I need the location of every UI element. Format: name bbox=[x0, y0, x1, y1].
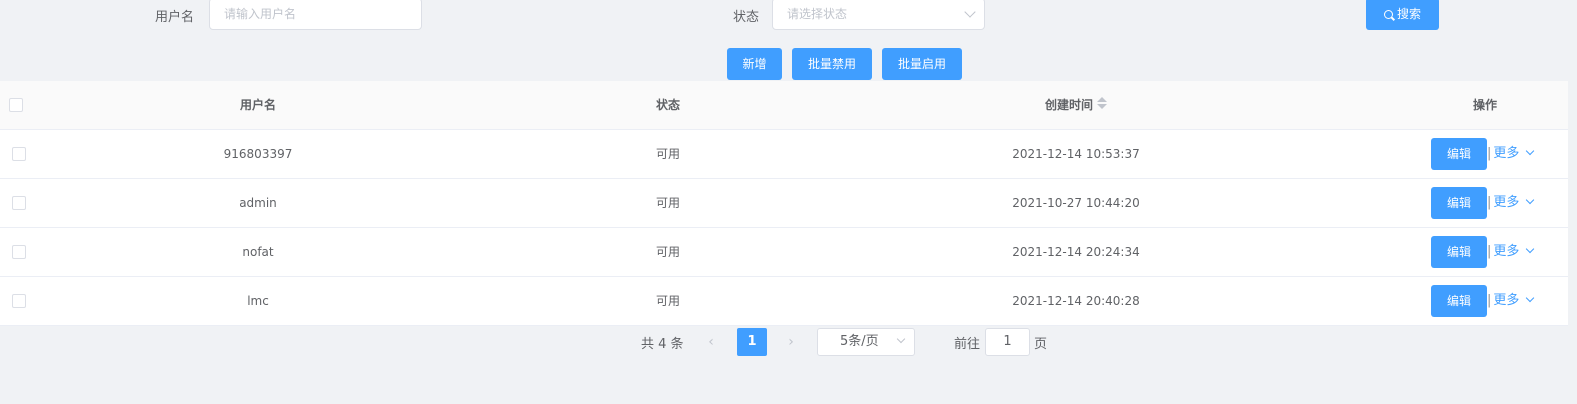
cell-username: 916803397 bbox=[223, 147, 293, 161]
cell-status: 可用 bbox=[655, 294, 680, 308]
separator: | bbox=[1487, 244, 1492, 259]
header-created-at[interactable]: 创建时间 bbox=[848, 81, 1304, 129]
cell-status: 可用 bbox=[655, 196, 680, 210]
table-row: nofat 可用 2021-12-14 20:24:34 编辑 | 更多 bbox=[0, 228, 1568, 277]
more-dropdown[interactable]: | 更多 bbox=[1487, 179, 1535, 227]
search-button[interactable]: 搜索 bbox=[1366, 0, 1439, 30]
edit-button[interactable]: 编辑 bbox=[1431, 285, 1487, 317]
page-number-current[interactable]: 1 bbox=[737, 328, 767, 356]
edit-button[interactable]: 编辑 bbox=[1431, 236, 1487, 268]
chevron-down-icon bbox=[1526, 195, 1535, 205]
username-input[interactable]: 请输入用户名 bbox=[209, 0, 422, 30]
select-all-checkbox[interactable] bbox=[9, 98, 23, 112]
header-username: 用户名 bbox=[239, 98, 276, 112]
next-page-button[interactable]: › bbox=[777, 328, 805, 356]
table-row: 916803397 可用 2021-12-14 10:53:37 编辑 | 更多 bbox=[0, 130, 1568, 179]
cell-status: 可用 bbox=[655, 245, 680, 259]
add-button[interactable]: 新增 bbox=[727, 48, 782, 80]
status-label: 状态 bbox=[733, 10, 760, 25]
batch-disable-button[interactable]: 批量禁用 bbox=[792, 48, 872, 80]
chevron-down-icon bbox=[1526, 293, 1535, 303]
goto-label: 前往 bbox=[954, 337, 981, 352]
cell-created-at: 2021-12-14 10:53:37 bbox=[1012, 147, 1140, 161]
cell-username: lmc bbox=[247, 294, 269, 308]
search-button-label: 搜索 bbox=[1396, 7, 1421, 21]
row-checkbox[interactable] bbox=[12, 147, 26, 161]
table-header: 用户名 状态 创建时间 操作 bbox=[0, 81, 1568, 130]
more-label: 更多 bbox=[1493, 293, 1520, 308]
more-label: 更多 bbox=[1493, 195, 1520, 210]
page-suffix-label: 页 bbox=[1034, 337, 1048, 352]
table-row: admin 可用 2021-10-27 10:44:20 编辑 | 更多 bbox=[0, 179, 1568, 228]
pagination: 共 4 条 ‹ 1 › 5条/页 前往 1 页 bbox=[0, 326, 1577, 360]
search-bar: 用户名 请输入用户名 状态 请选择状态 搜索 bbox=[0, 0, 1577, 40]
username-label: 用户名 bbox=[155, 10, 195, 25]
more-label: 更多 bbox=[1493, 146, 1520, 161]
row-checkbox[interactable] bbox=[12, 245, 26, 259]
chevron-down-icon bbox=[964, 6, 976, 18]
edit-button[interactable]: 编辑 bbox=[1431, 138, 1487, 170]
header-actions: 操作 bbox=[1472, 98, 1497, 112]
chevron-down-icon bbox=[1526, 244, 1535, 254]
more-dropdown[interactable]: | 更多 bbox=[1487, 228, 1535, 276]
status-select[interactable]: 请选择状态 bbox=[772, 0, 985, 30]
status-select-placeholder: 请选择状态 bbox=[787, 7, 848, 21]
cell-status: 可用 bbox=[655, 147, 680, 161]
cell-username: admin bbox=[239, 196, 277, 210]
row-checkbox[interactable] bbox=[12, 294, 26, 308]
separator: | bbox=[1487, 293, 1492, 308]
goto-page-input[interactable]: 1 bbox=[985, 328, 1030, 356]
edit-button[interactable]: 编辑 bbox=[1431, 187, 1487, 219]
cell-created-at: 2021-12-14 20:40:28 bbox=[1012, 294, 1140, 308]
search-icon bbox=[1383, 10, 1393, 19]
cell-username: nofat bbox=[242, 245, 274, 259]
prev-page-button[interactable]: ‹ bbox=[697, 328, 725, 356]
header-created-at-label: 创建时间 bbox=[1044, 98, 1093, 112]
more-label: 更多 bbox=[1493, 244, 1520, 259]
more-dropdown[interactable]: | 更多 bbox=[1487, 130, 1535, 178]
page-size-select[interactable]: 5条/页 bbox=[817, 328, 915, 356]
more-dropdown[interactable]: | 更多 bbox=[1487, 277, 1535, 325]
chevron-down-icon bbox=[1526, 146, 1535, 156]
batch-enable-button[interactable]: 批量启用 bbox=[882, 48, 962, 80]
row-checkbox[interactable] bbox=[12, 196, 26, 210]
chevron-down-icon bbox=[896, 334, 906, 344]
sort-icon[interactable] bbox=[1097, 97, 1107, 111]
separator: | bbox=[1487, 195, 1492, 210]
table-row: lmc 可用 2021-12-14 20:40:28 编辑 | 更多 bbox=[0, 277, 1568, 326]
header-status: 状态 bbox=[655, 98, 680, 112]
cell-created-at: 2021-12-14 20:24:34 bbox=[1012, 245, 1140, 259]
cell-created-at: 2021-10-27 10:44:20 bbox=[1012, 196, 1140, 210]
separator: | bbox=[1487, 146, 1492, 161]
page-size-value: 5条/页 bbox=[840, 334, 879, 349]
user-table: 用户名 状态 创建时间 操作 916803397 可用 2021-12-14 1… bbox=[0, 81, 1568, 326]
pagination-total: 共 4 条 bbox=[641, 337, 684, 352]
